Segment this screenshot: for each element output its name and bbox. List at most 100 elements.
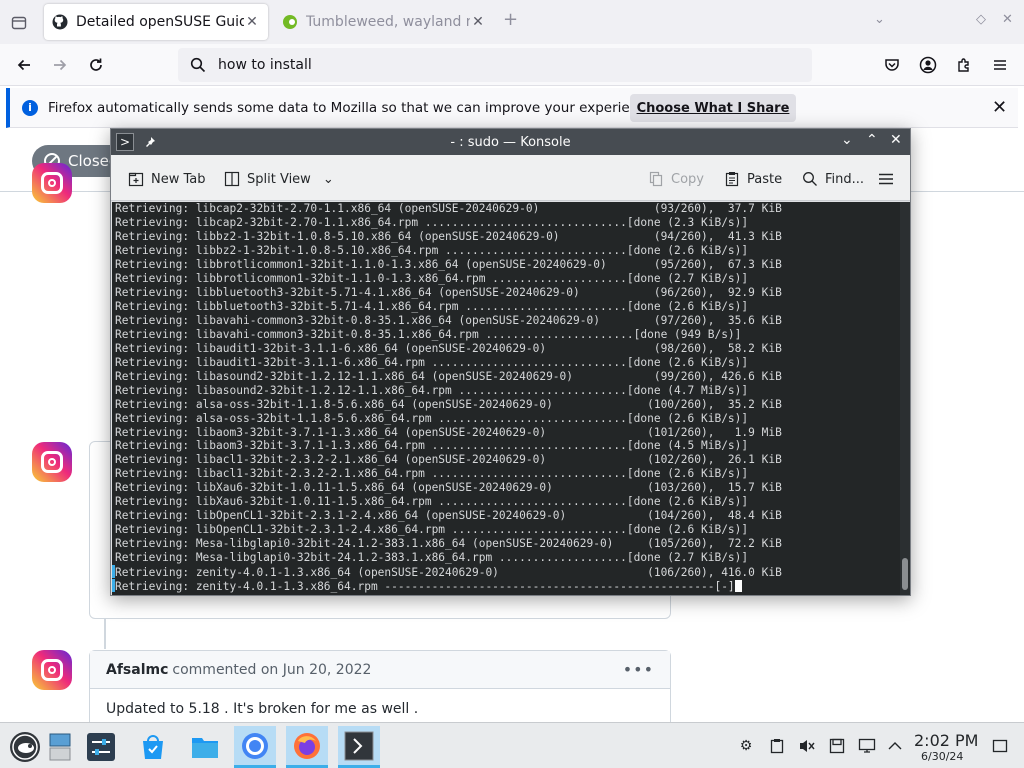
terminal-cursor xyxy=(734,580,742,593)
forward-arrow-icon[interactable] xyxy=(48,53,72,77)
new-tab-icon[interactable]: + xyxy=(503,9,518,30)
find-button[interactable]: Find... xyxy=(801,168,864,190)
volume-muted-icon[interactable] xyxy=(797,736,817,756)
split-view-button[interactable]: Split View ⌄ xyxy=(223,168,334,190)
terminal-line: Retrieving: libbluetooth3-32bit-5.71-4.1… xyxy=(115,285,782,299)
tab-list-chevron-icon[interactable]: ⌄ xyxy=(874,12,885,27)
copy-label: Copy xyxy=(671,171,704,187)
discover-store-icon[interactable] xyxy=(132,726,174,768)
clock-time[interactable]: 2:02 PM xyxy=(914,731,978,750)
paste-button[interactable]: Paste xyxy=(723,168,782,190)
comment-box: Afsalmc commented on Jun 20, 2022 ••• Up… xyxy=(89,650,671,722)
maximize-icon[interactable]: ⌃ xyxy=(866,132,878,148)
konsole-title: - : sudo — Konsole xyxy=(450,134,571,150)
paste-icon xyxy=(723,170,741,188)
search-icon xyxy=(801,170,819,188)
clipboard-icon[interactable] xyxy=(767,736,787,756)
back-arrow-icon[interactable] xyxy=(12,53,36,77)
opensuse-icon xyxy=(282,14,298,30)
network-share-icon[interactable]: ⚙ xyxy=(736,736,756,756)
reload-icon[interactable] xyxy=(84,53,108,77)
notification-message: Firefox automatically sends some data to… xyxy=(48,99,659,116)
konsole-window: > - : sudo — Konsole ⌄ ⌃ ✕ New Tab Split… xyxy=(110,128,911,596)
show-desktop-icon[interactable] xyxy=(990,736,1010,756)
split-view-label: Split View xyxy=(247,171,311,187)
close-icon[interactable]: ✕ xyxy=(992,97,1007,118)
hamburger-menu-icon xyxy=(877,170,895,188)
new-tab-button[interactable]: New Tab xyxy=(127,168,206,190)
terminal-scrollbar[interactable] xyxy=(900,202,910,595)
comment-meta[interactable]: commented on Jun 20, 2022 xyxy=(172,662,371,678)
terminal-line: Retrieving: libcap2-32bit-2.70-1.1.x86_6… xyxy=(115,202,782,215)
terminal-line: Retrieving: libaudit1-32bit-3.1.1-6.x86_… xyxy=(115,341,782,355)
url-input[interactable]: how to install xyxy=(218,57,312,73)
comment-header: Afsalmc commented on Jun 20, 2022 ••• xyxy=(90,651,670,689)
terminal-line: Retrieving: libasound2-32bit-1.2.12-1.1.… xyxy=(115,383,749,397)
application-launcher-icon[interactable] xyxy=(4,726,46,768)
clock-date[interactable]: 6/30/24 xyxy=(921,750,963,763)
choose-what-i-share-button[interactable]: Choose What I Share xyxy=(630,94,796,122)
chromium-icon[interactable] xyxy=(234,726,276,768)
terminal-line: Retrieving: alsa-oss-32bit-1.1.8-5.6.x86… xyxy=(115,411,749,425)
copy-button[interactable]: Copy xyxy=(647,168,704,190)
tab-close-icon[interactable]: ✕ xyxy=(470,14,486,30)
konsole-titlebar[interactable]: > - : sudo — Konsole ⌄ ⌃ ✕ xyxy=(111,129,910,155)
terminal-line: Retrieving: libbluetooth3-32bit-5.71-4.1… xyxy=(115,299,749,313)
tray-expand-chevron-icon[interactable] xyxy=(885,736,905,756)
file-manager-icon[interactable] xyxy=(184,726,226,768)
find-label: Find... xyxy=(825,171,865,187)
chevron-down-icon[interactable]: ⌄ xyxy=(323,172,334,187)
network-wired-icon[interactable] xyxy=(857,736,877,756)
pocket-icon[interactable] xyxy=(880,53,904,77)
search-icon xyxy=(178,57,218,73)
extension-diamond-icon[interactable]: ◇ xyxy=(976,12,986,27)
terminal-line: Retrieving: libaom3-32bit-3.7.1-1.3.x86_… xyxy=(115,439,749,453)
terminal-line: Retrieving: libacl1-32bit-2.3.2-2.1.x86_… xyxy=(115,467,749,481)
browser-nav-bar: how to install xyxy=(0,44,1024,86)
konsole-taskbar-icon[interactable] xyxy=(338,726,380,768)
more-options-icon[interactable]: ••• xyxy=(623,660,654,679)
terminal-line: Retrieving: libbz2-1-32bit-1.0.8-5.10.x8… xyxy=(115,243,749,257)
tab-active[interactable]: Detailed openSUSE Guide ✕ xyxy=(44,4,268,40)
terminal-output[interactable]: Retrieving: libcap2-32bit-2.70-1.1.x86_6… xyxy=(112,202,900,595)
terminal-line: Retrieving: libXau6-32bit-1.0.11-1.5.x86… xyxy=(115,481,782,495)
url-bar[interactable]: how to install xyxy=(178,48,812,82)
github-icon xyxy=(52,14,68,30)
scrollbar-thumb[interactable] xyxy=(902,558,908,590)
terminal-line: Retrieving: libasound2-32bit-1.2.12-1.1.… xyxy=(115,369,782,383)
terminal-line: Retrieving: Mesa-libglapi0-32bit-24.1.2-… xyxy=(115,551,749,565)
copy-icon xyxy=(647,170,665,188)
tab-inactive[interactable]: Tumbleweed, wayland not ✕ xyxy=(274,4,494,40)
close-icon[interactable]: ✕ xyxy=(890,132,902,148)
taskbar: ⚙ 2:02 PM 6/30/24 xyxy=(0,722,1024,768)
konsole-toolbar: New Tab Split View ⌄ Copy Paste Find... xyxy=(111,155,910,201)
disk-icon[interactable] xyxy=(827,736,847,756)
firefox-icon[interactable] xyxy=(286,726,328,768)
avatar[interactable] xyxy=(32,163,72,203)
close-window-icon[interactable]: ✕ xyxy=(1002,12,1013,27)
terminal-line: Retrieving: libaom3-32bit-3.7.1-1.3.x86_… xyxy=(115,425,782,439)
terminal-line: Retrieving: libbz2-1-32bit-1.0.8-5.10.x8… xyxy=(115,229,782,243)
selection-marker xyxy=(112,565,115,579)
terminal-line: Retrieving: zenity-4.0.1-1.3.x86_64.rpm … xyxy=(112,579,900,593)
selection-marker xyxy=(112,579,115,593)
account-icon[interactable] xyxy=(916,53,940,77)
terminal-line: Retrieving: zenity-4.0.1-1.3.x86_64 (ope… xyxy=(112,565,900,579)
firefox-view-icon[interactable] xyxy=(8,12,30,34)
terminal-line: Retrieving: libavahi-common3-32bit-0.8-3… xyxy=(115,313,782,327)
minimize-icon[interactable]: ⌄ xyxy=(841,132,853,148)
terminal-line: Retrieving: libcap2-32bit-2.70-1.1.x86_6… xyxy=(115,215,749,229)
browser-tab-bar: Detailed openSUSE Guide ✕ Tumbleweed, wa… xyxy=(0,0,1024,44)
paste-label: Paste xyxy=(747,171,783,187)
new-tab-label: New Tab xyxy=(151,171,206,187)
tab-close-icon[interactable]: ✕ xyxy=(244,14,260,30)
info-icon: i xyxy=(22,99,38,116)
menu-icon[interactable] xyxy=(988,53,1012,77)
comment-author[interactable]: Afsalmc xyxy=(106,662,168,678)
hamburger-menu-button[interactable] xyxy=(877,168,895,190)
avatar[interactable] xyxy=(32,442,72,482)
system-settings-icon[interactable] xyxy=(80,726,122,768)
extensions-icon[interactable] xyxy=(952,53,976,77)
avatar[interactable] xyxy=(32,650,72,690)
desktop-pager-icon[interactable] xyxy=(46,726,74,768)
